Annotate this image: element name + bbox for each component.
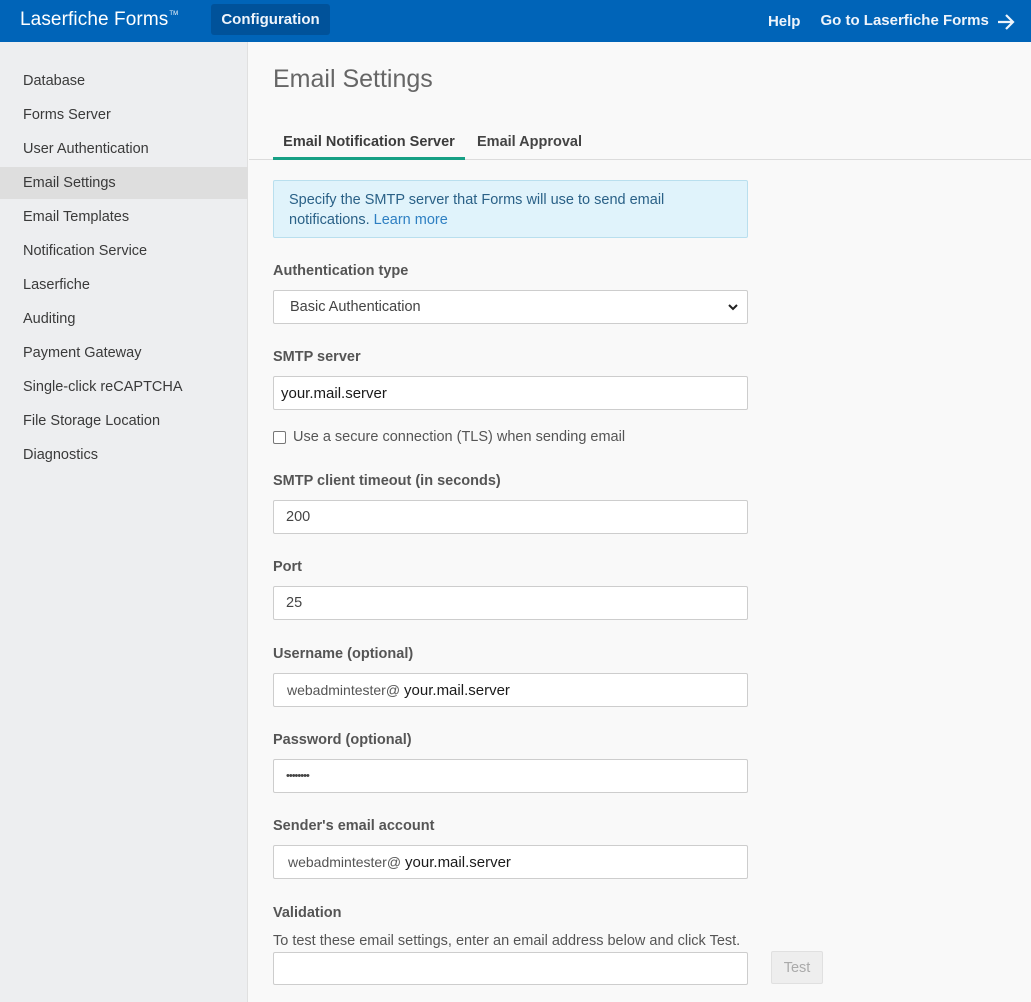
tab-email-notification-server[interactable]: Email Notification Server: [273, 134, 465, 160]
timeout-input[interactable]: 200: [273, 500, 748, 534]
timeout-label: SMTP client timeout (in seconds): [273, 473, 501, 489]
brand-name: Laserfiche Forms: [20, 9, 169, 30]
auth-type-label: Authentication type: [273, 263, 409, 279]
sidebar-item-file-storage[interactable]: File Storage Location: [0, 405, 248, 437]
page-title: Email Settings: [273, 65, 433, 93]
top-nav-bar: Laserfiche FormsTM Configuration Help Go…: [0, 0, 1031, 42]
tls-checkbox[interactable]: [273, 430, 286, 444]
sidebar-item-user-authentication[interactable]: User Authentication: [0, 133, 248, 165]
port-input[interactable]: 25: [273, 586, 748, 620]
sender-prefix: webadmintester@: [288, 854, 402, 870]
port-value: 25: [286, 595, 303, 611]
password-input[interactable]: ••••••••: [273, 759, 748, 793]
help-link[interactable]: Help: [768, 13, 801, 30]
trademark: TM: [169, 11, 179, 17]
chevron-down-icon: [728, 304, 738, 311]
smtp-server-value: your.mail.server: [281, 384, 387, 402]
sidebar: Database Forms Server User Authenticatio…: [0, 42, 248, 1002]
validation-label: Validation: [273, 905, 342, 921]
sidebar-item-email-templates[interactable]: Email Templates: [0, 201, 248, 233]
port-label: Port: [273, 559, 302, 575]
sidebar-item-diagnostics[interactable]: Diagnostics: [0, 439, 248, 471]
tab-bar: Email Notification Server Email Approval: [249, 127, 1031, 160]
arrow-right-icon: [998, 13, 1015, 30]
auth-type-select[interactable]: Basic Authentication: [273, 290, 748, 324]
validation-help: To test these email settings, enter an e…: [273, 933, 741, 949]
username-prefix: webadmintester@: [287, 682, 401, 698]
sidebar-item-forms-server[interactable]: Forms Server: [0, 99, 248, 131]
sidebar-item-laserfiche[interactable]: Laserfiche: [0, 269, 248, 301]
sidebar-item-email-settings[interactable]: Email Settings: [0, 167, 248, 199]
password-label: Password (optional): [273, 732, 412, 748]
username-domain: your.mail.server: [404, 681, 510, 699]
learn-more-link[interactable]: Learn more: [374, 212, 448, 228]
smtp-server-input[interactable]: your.mail.server: [273, 376, 748, 410]
info-text: Specify the SMTP server that Forms will …: [289, 192, 665, 228]
go-to-forms-label: Go to Laserfiche Forms: [820, 12, 989, 30]
password-value: ••••••••: [286, 770, 310, 782]
auth-type-value: Basic Authentication: [290, 299, 421, 315]
username-input[interactable]: webadmintester@ your.mail.server: [273, 673, 748, 707]
sender-domain: your.mail.server: [405, 853, 511, 871]
tls-option: Use a secure connection (TLS) when sendi…: [273, 429, 625, 445]
sender-label: Sender's email account: [273, 818, 435, 834]
brand-logo[interactable]: Laserfiche FormsTM: [20, 9, 178, 31]
test-button[interactable]: Test: [771, 951, 823, 984]
info-banner: Specify the SMTP server that Forms will …: [273, 180, 748, 238]
configuration-button[interactable]: Configuration: [211, 4, 330, 35]
sender-input[interactable]: webadmintester@ your.mail.server: [273, 845, 748, 879]
timeout-value: 200: [286, 509, 311, 525]
sidebar-item-auditing[interactable]: Auditing: [0, 303, 248, 335]
sidebar-item-payment-gateway[interactable]: Payment Gateway: [0, 337, 248, 369]
go-to-forms-link[interactable]: Go to Laserfiche Forms: [820, 12, 1015, 29]
main-content: Email Settings Email Notification Server…: [249, 42, 1031, 1002]
tab-email-approval[interactable]: Email Approval: [477, 134, 582, 160]
tls-label[interactable]: Use a secure connection (TLS) when sendi…: [293, 429, 625, 445]
validation-email-input[interactable]: [273, 952, 748, 985]
sidebar-item-database[interactable]: Database: [0, 65, 248, 97]
sidebar-item-notification-service[interactable]: Notification Service: [0, 235, 248, 267]
smtp-server-label: SMTP server: [273, 349, 361, 365]
sidebar-item-recaptcha[interactable]: Single-click reCAPTCHA: [0, 371, 248, 403]
username-label: Username (optional): [273, 646, 414, 662]
